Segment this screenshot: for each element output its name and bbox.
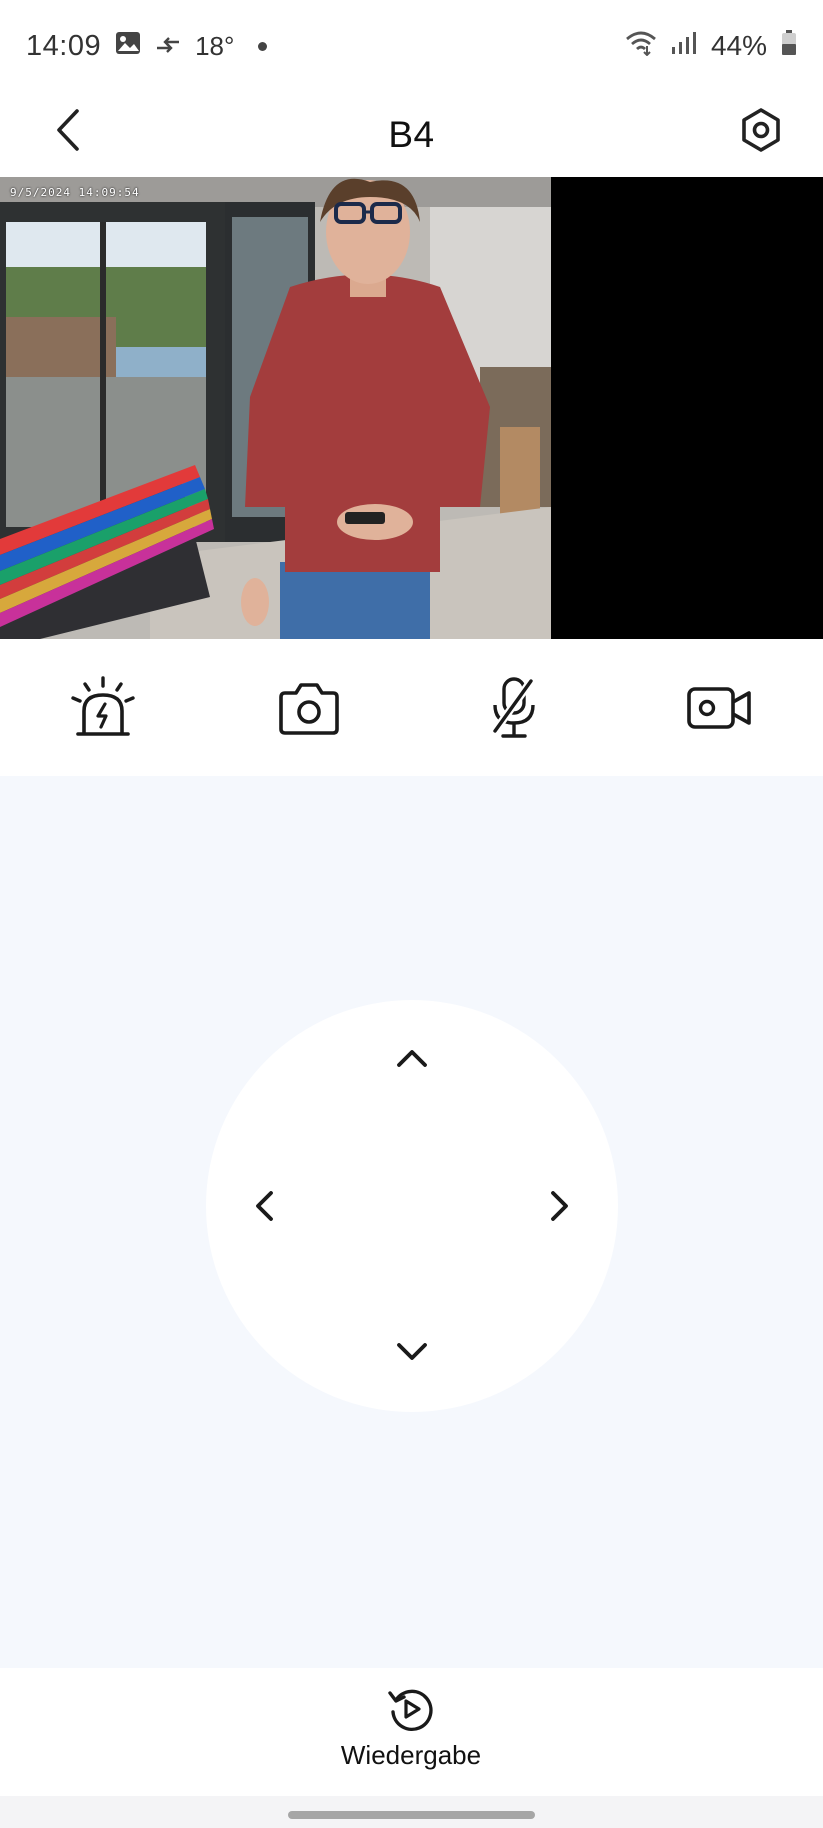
snapshot-button[interactable] xyxy=(264,663,354,753)
video-timestamp: 9/5/2024 14:09:54 xyxy=(10,186,140,199)
status-battery: 44% xyxy=(710,30,767,61)
replay-icon xyxy=(388,1689,433,1732)
page-title: B4 xyxy=(388,113,435,155)
pan-right-button[interactable] xyxy=(530,1176,590,1236)
battery-icon xyxy=(781,29,797,63)
data-transfer-icon xyxy=(155,30,181,62)
status-left: 14:09 18° xyxy=(26,29,268,63)
bottom-bar: Wiedergabe xyxy=(0,1668,823,1796)
siren-button[interactable] xyxy=(58,663,148,753)
pan-up-button[interactable] xyxy=(382,1028,442,1088)
camera-live-screen: 14:09 18° 44% B4 9/5/2024 14:09:54 Wiede… xyxy=(0,0,823,1828)
notification-dot xyxy=(258,41,268,51)
chevron-left-icon xyxy=(57,109,79,151)
top-app-bar: B4 xyxy=(0,92,823,177)
playback-button[interactable]: Wiedergabe xyxy=(311,1684,511,1788)
camera-feed-illustration xyxy=(0,177,551,639)
home-indicator[interactable] xyxy=(288,1811,535,1819)
signal-icon xyxy=(671,30,697,62)
camera-feed-image: 9/5/2024 14:09:54 xyxy=(0,177,551,639)
status-bar: 14:09 18° 44% xyxy=(0,0,823,92)
chevron-up-icon xyxy=(397,1050,427,1067)
controls-row xyxy=(0,639,823,776)
siren-icon xyxy=(71,675,135,736)
live-video-view[interactable]: 9/5/2024 14:09:54 xyxy=(0,177,823,639)
record-button[interactable] xyxy=(675,663,765,753)
gallery-icon xyxy=(115,30,141,62)
wifi-icon xyxy=(625,30,657,63)
chevron-right-icon xyxy=(551,1191,568,1221)
status-temperature: 18° xyxy=(195,30,235,61)
mic-off-icon xyxy=(492,676,536,738)
status-time: 14:09 xyxy=(26,29,102,62)
pan-left-button[interactable] xyxy=(234,1176,294,1236)
status-right: 44% xyxy=(625,29,797,63)
mute-mic-button[interactable] xyxy=(469,663,559,753)
pan-down-button[interactable] xyxy=(382,1322,442,1382)
chevron-left-icon xyxy=(256,1191,273,1221)
chevron-down-icon xyxy=(397,1343,427,1360)
direction-pad xyxy=(206,1000,618,1412)
back-button[interactable] xyxy=(38,100,98,160)
ptz-control-panel xyxy=(0,776,823,1668)
settings-button[interactable] xyxy=(729,98,793,162)
system-navigation-area xyxy=(0,1796,823,1828)
playback-label: Wiedergabe xyxy=(340,1740,482,1770)
camera-icon xyxy=(278,682,339,735)
settings-hexagon-icon xyxy=(742,108,780,152)
video-camera-icon xyxy=(687,686,751,729)
